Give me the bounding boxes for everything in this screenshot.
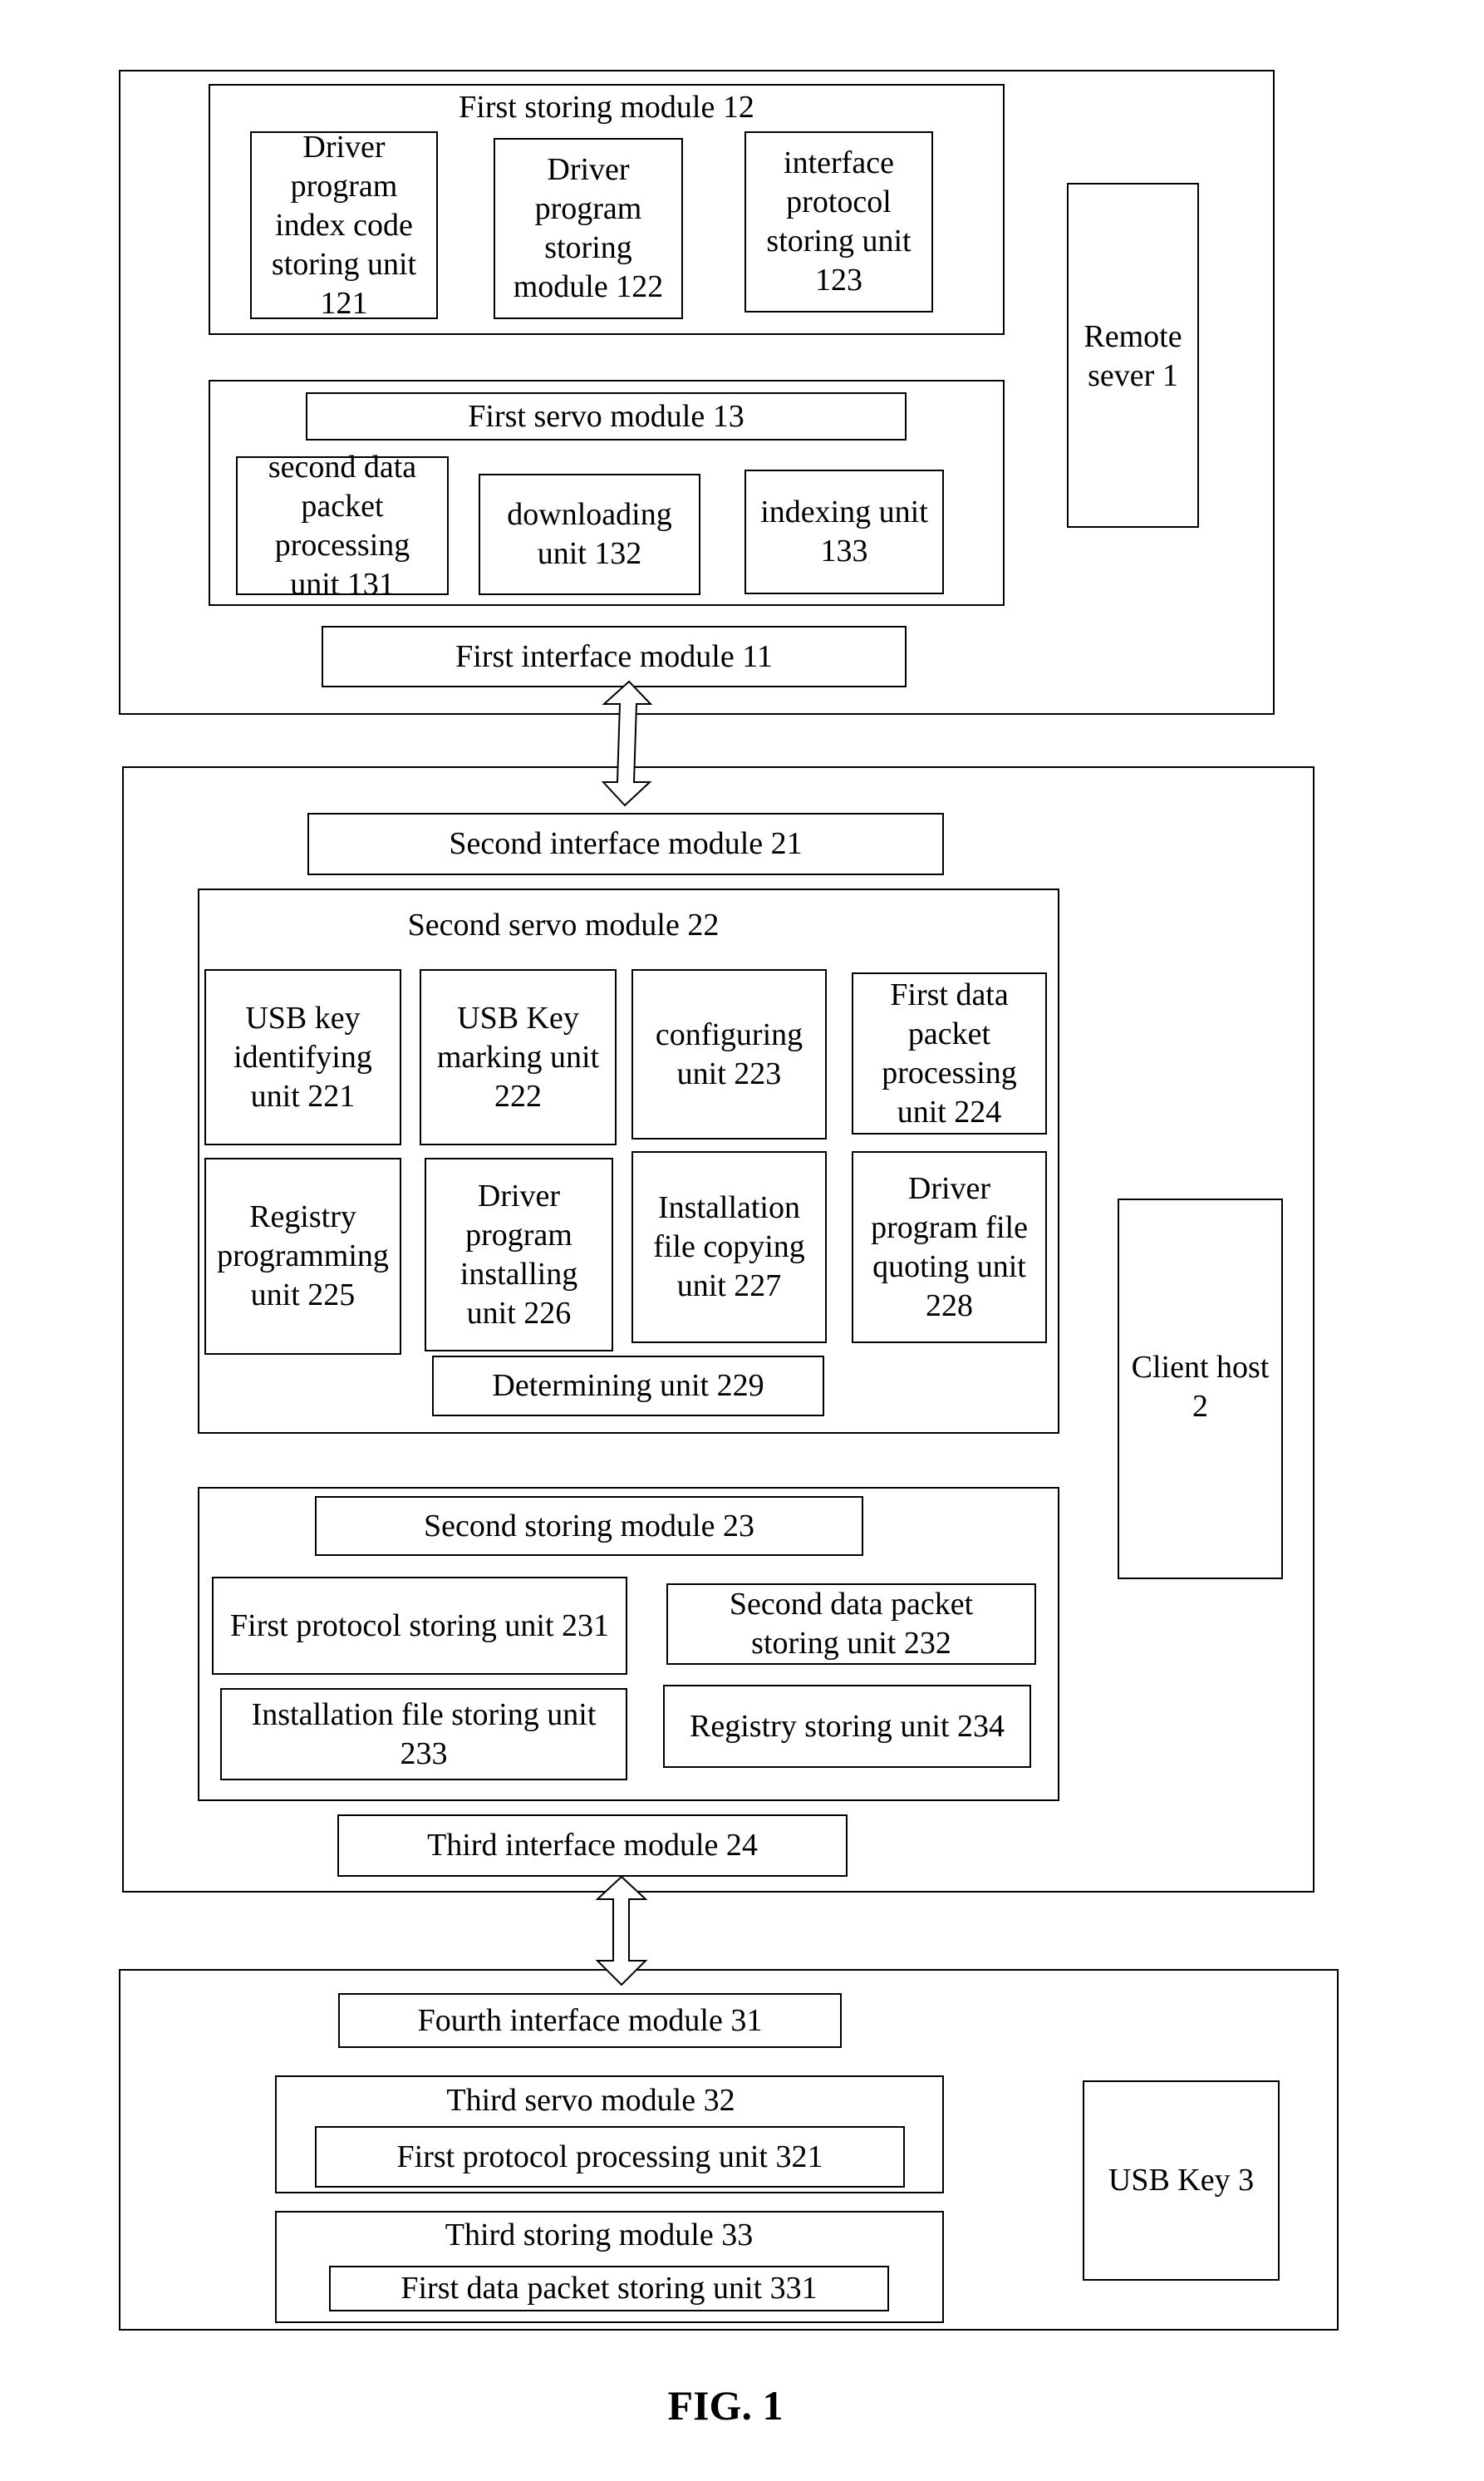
usb-key-label-box: USB Key 3 <box>1083 2080 1280 2281</box>
usb-key-marking-unit-222: USB Key marking unit 222 <box>420 969 617 1145</box>
second-servo-module-title: Second servo module 22 <box>407 908 720 943</box>
determining-unit-229: Determining unit 229 <box>432 1356 824 1416</box>
fourth-interface-module-31: Fourth interface module 31 <box>338 1993 842 2048</box>
client-host-label-box: Client host 2 <box>1118 1199 1283 1579</box>
registry-storing-unit-234: Registry storing unit 234 <box>663 1685 1031 1768</box>
installation-file-storing-unit-233: Installation file storing unit 233 <box>220 1688 627 1780</box>
downloading-unit-132: downloading unit 132 <box>479 474 700 595</box>
registry-programming-unit-225: Registry programming unit 225 <box>204 1158 401 1355</box>
first-storing-module-title: First storing module 12 <box>459 90 754 125</box>
configuring-unit-223: configuring unit 223 <box>631 969 827 1140</box>
driver-program-storing-module-122: Driver program storing module 122 <box>494 138 683 319</box>
driver-program-index-code-storing-unit-121: Driver program index code storing unit 1… <box>250 130 438 321</box>
third-servo-module-title: Third servo module 32 <box>446 2083 735 2118</box>
second-data-packet-storing-unit-232: Second data packet storing unit 232 <box>666 1583 1036 1665</box>
remote-server-label-box: Remote sever 1 <box>1067 183 1199 528</box>
third-storing-module-title: Third storing module 33 <box>445 2218 754 2252</box>
first-protocol-storing-unit-231: First protocol storing unit 231 <box>212 1577 627 1675</box>
first-interface-module-11: First interface module 11 <box>322 626 907 687</box>
usb-key-identifying-unit-221: USB key identifying unit 221 <box>204 969 401 1145</box>
second-data-packet-processing-unit-131: second data packet processing unit 131 <box>236 450 449 602</box>
driver-program-file-quoting-unit-228: Driver program file quoting unit 228 <box>852 1151 1047 1343</box>
third-interface-module-24: Third interface module 24 <box>337 1814 848 1877</box>
installation-file-copying-unit-227: Installation file copying unit 227 <box>631 1151 827 1343</box>
indexing-unit-133: indexing unit 133 <box>744 470 944 594</box>
first-data-packet-processing-unit-224: First data packet processing unit 224 <box>852 972 1047 1135</box>
second-interface-module-21: Second interface module 21 <box>307 813 944 875</box>
interface-protocol-storing-unit-123: interface protocol storing unit 123 <box>744 131 933 313</box>
first-servo-module-title: First servo module 13 <box>306 392 907 441</box>
figure-label: FIG. 1 <box>667 2382 784 2429</box>
first-data-packet-storing-unit-331: First data packet storing unit 331 <box>329 2266 889 2311</box>
second-storing-module-title: Second storing module 23 <box>315 1496 863 1556</box>
driver-program-installing-unit-226: Driver program installing unit 226 <box>425 1158 613 1351</box>
first-protocol-processing-unit-321: First protocol processing unit 321 <box>315 2126 905 2188</box>
